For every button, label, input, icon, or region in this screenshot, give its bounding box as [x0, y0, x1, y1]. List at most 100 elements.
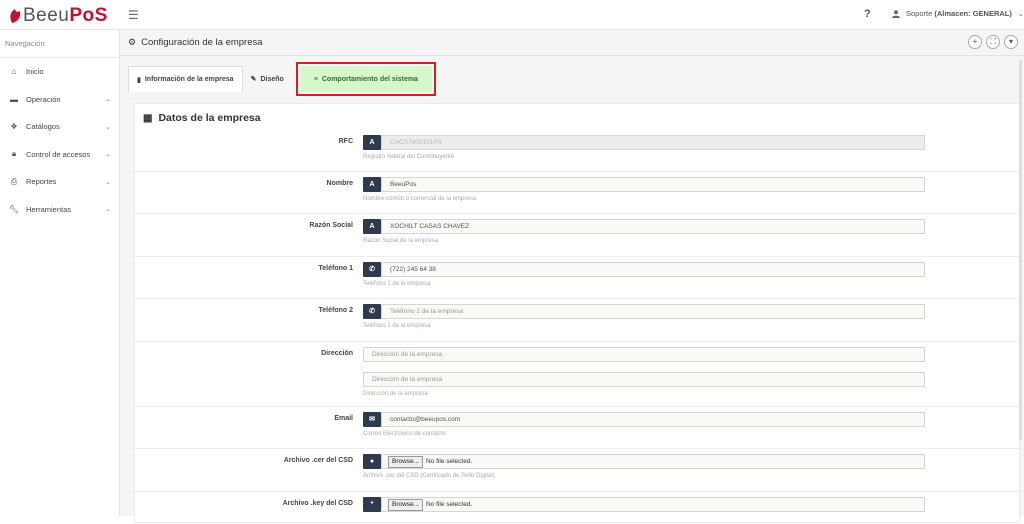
user-icon [892, 9, 900, 18]
page-title-text: Configuración de la empresa [141, 37, 263, 48]
pencil-icon: ✎ [250, 76, 257, 83]
direccion-label: Dirección [321, 350, 353, 357]
cer-file-label: Archivo .cer del CSD [283, 457, 353, 464]
lock-icon: 🔒︎ [11, 149, 17, 159]
user-name: Soporte [906, 9, 933, 18]
sidebar-item-inicio[interactable]: ⌂ Inicio [0, 58, 119, 86]
cer-browse-button[interactable]: Browse... [388, 456, 424, 468]
main-content: ⚙ Configuración de la empresa + ⛶ ▾ ▮ Inf… [120, 30, 1024, 523]
letter-a-icon: A [363, 177, 381, 192]
telefono1-row: Teléfono 1 ✆ (722) 245 64 38 Teléfono 1 … [135, 257, 1021, 299]
letter-a-icon: A [363, 219, 381, 234]
menu-toggle-icon[interactable]: ☰ [128, 8, 139, 22]
key-browse-button[interactable]: Browse... [388, 499, 424, 511]
tab-informacion-empresa[interactable]: ▮ Información de la empresa [128, 66, 243, 92]
phone-icon: ✆ [363, 262, 381, 277]
print-icon: ⎙ [10, 176, 18, 186]
chevron-down-icon: ⌄ [105, 123, 111, 131]
sidebar-item-label: Reportes [26, 177, 57, 187]
nombre-help: Nombre común o comercial de la empresa [363, 196, 477, 202]
circle-icon: ● [363, 454, 381, 469]
razon-social-row: Razón Social A XOCHILT CASAS CHAVEZ Razó… [135, 214, 1021, 257]
tab-diseno[interactable]: ✎ Diseño [243, 66, 292, 92]
user-store: (Almacen: GENERAL) [934, 9, 1012, 18]
tab-comportamiento-sistema[interactable]: ≡ Comportamiento del sistema [295, 62, 436, 96]
sidebar: Navegación ⌂ Inicio ▬ Operación ⌄ ❖ Catálogo… [0, 30, 120, 516]
telefono1-help: Teléfono 1 de la empresa [363, 281, 431, 287]
letter-a-icon: A [363, 135, 381, 150]
cer-file-status: No file selected. [426, 458, 473, 465]
home-icon: ⌂ [11, 67, 17, 77]
direccion-input-2[interactable]: Dirección de la empresa [363, 372, 925, 387]
telefono1-label: Teléfono 1 [318, 265, 353, 272]
sidebar-item-reportes[interactable]: ⎙ Reportes ⌄ [0, 168, 119, 196]
leaf-icon [10, 9, 21, 23]
top-bar: Beeu PoS ☰ ? Soporte (Almacen: GENERAL) ⌄ [0, 0, 1024, 30]
sidebar-item-control-accesos[interactable]: 🔒︎ Control de accesos ⌄ [0, 141, 119, 169]
direccion-row: Dirección Dirección de la empresa Direcc… [135, 342, 1021, 407]
sidebar-item-herramientas[interactable]: 🔧︎ Herramientas ⌄ [0, 196, 119, 224]
brand-name-part2: PoS [69, 5, 108, 26]
chevron-down-icon: ⌄ [105, 151, 111, 159]
fullscreen-button[interactable]: ⛶ [986, 35, 1000, 49]
book-icon: ▮ [137, 76, 141, 84]
razon-social-input[interactable]: XOCHILT CASAS CHAVEZ [381, 219, 925, 234]
sidebar-item-operacion[interactable]: ▬ Operación ⌄ [0, 86, 119, 114]
rfc-label: RFC [338, 138, 353, 145]
sidebar-item-label: Inicio [26, 67, 44, 77]
nombre-label: Nombre [326, 180, 353, 187]
cer-file-row: Archivo .cer del CSD ● Browse... No file… [135, 449, 1021, 492]
telefono2-row: Teléfono 2 ✆ Teléfono 2 de la empresa Te… [135, 299, 1021, 342]
telefono1-input[interactable]: (722) 245 64 38 [381, 262, 925, 277]
cubes-icon: ❖ [10, 122, 18, 132]
sidebar-heading: Navegación [0, 30, 119, 58]
user-menu[interactable]: Soporte (Almacen: GENERAL) ⌄ [892, 9, 1024, 18]
telefono2-label: Teléfono 2 [318, 307, 353, 314]
rfc-help: Registro federal del Contribuyente [363, 154, 455, 160]
brand-logo[interactable]: Beeu PoS [8, 5, 108, 27]
telefono2-input[interactable]: Teléfono 2 de la empresa [381, 304, 925, 319]
brand-name-part1: Beeu [23, 5, 70, 26]
sidebar-item-label: Catálogos [26, 122, 60, 132]
tab-label: Diseño [260, 75, 284, 83]
envelope-icon: ✉ [363, 412, 381, 427]
direccion-help: Dirección de la empresa [363, 391, 428, 397]
tab-label: Información de la empresa [144, 76, 234, 83]
add-button[interactable]: + [968, 35, 982, 49]
chevron-down-icon: ⌄ [1017, 10, 1024, 18]
sidebar-item-label: Control de accesos [26, 149, 91, 159]
nombre-input[interactable]: BeeuPos [381, 177, 925, 192]
scrollbar[interactable] [1019, 60, 1022, 440]
razon-social-help: Razón Social de la empresa [363, 238, 439, 244]
rfc-row: RFC A CACX7605101P8 Registro federal del… [135, 130, 1021, 172]
chevron-down-icon: ⌄ [105, 206, 111, 214]
phone-icon: ✆ [363, 304, 381, 319]
sidebar-item-catalogos[interactable]: ❖ Catálogos ⌄ [0, 113, 119, 141]
tab-label: Comportamiento del sistema [321, 75, 418, 83]
key-file-label: Archivo .key del CSD [282, 500, 353, 507]
collapse-button[interactable]: ▾ [1004, 35, 1018, 49]
telefono2-help: Teléfono 1 de la empresa [363, 323, 431, 329]
panel-title-text: Datos de la empresa [158, 112, 261, 124]
direccion-input-1[interactable]: Dirección de la empresa [363, 347, 925, 362]
building-icon: ▦ [143, 112, 153, 124]
sidebar-item-label: Operación [26, 94, 61, 104]
rfc-input[interactable]: CACX7605101P8 [381, 135, 925, 150]
email-label: Email [334, 415, 353, 422]
key-file-row: Archivo .key del CSD * Browse... No file… [135, 492, 1021, 524]
list-icon: ≡ [313, 75, 318, 83]
company-data-panel: ▦ Datos de la empresa RFC A CACX7605101P… [134, 103, 1021, 524]
briefcase-icon: ▬ [10, 94, 18, 104]
chevron-down-icon: ⌄ [105, 96, 111, 104]
panel-title: ▦ Datos de la empresa [143, 112, 261, 124]
cer-file-help: Archivo .cer del CSD (Certificado de Sel… [363, 473, 495, 479]
sidebar-item-label: Herramientas [26, 204, 72, 214]
asterisk-icon: * [363, 497, 381, 512]
email-input[interactable]: contacto@beeupos.com [381, 412, 925, 427]
tab-bar: ▮ Información de la empresa ✎ Diseño ≡ Comp… [128, 62, 436, 96]
wrench-icon: 🔧︎ [8, 204, 20, 214]
email-help: Correo Electrónico de contacto [363, 431, 446, 437]
gears-icon: ⚙ [128, 37, 137, 47]
nombre-row: Nombre A BeeuPos Nombre común o comercia… [135, 172, 1021, 214]
help-button[interactable]: ? [864, 8, 871, 20]
